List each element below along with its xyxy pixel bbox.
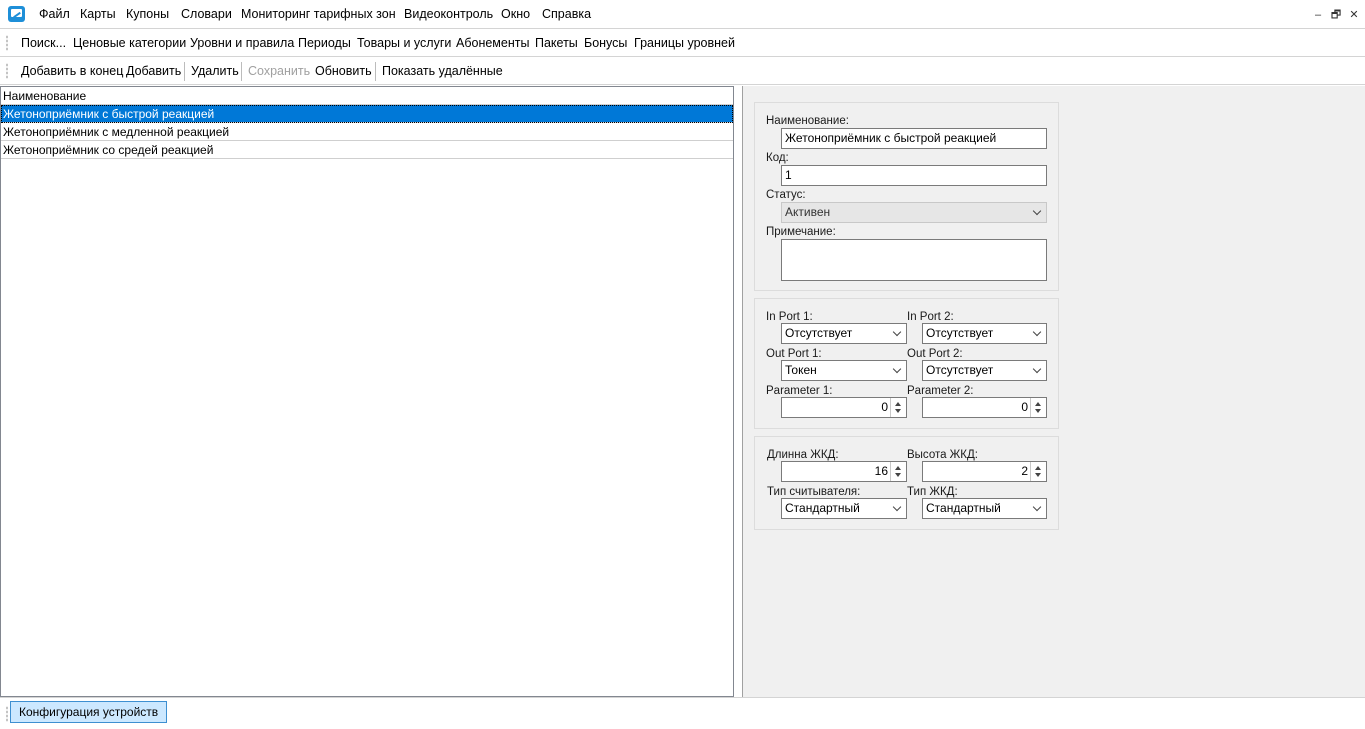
- param1-label: Parameter 1:: [766, 385, 833, 397]
- device-list[interactable]: Наименование Жетоноприёмник с быстрой ре…: [0, 86, 734, 697]
- lcd-length-value: 16: [874, 464, 888, 478]
- spin-up-icon[interactable]: [895, 402, 901, 406]
- menu-coupons[interactable]: Купоны: [126, 7, 169, 21]
- status-select[interactable]: Активен: [781, 202, 1047, 223]
- name-label: Наименование:: [766, 115, 849, 127]
- spin-down-icon[interactable]: [895, 409, 901, 413]
- status-label: Статус:: [766, 189, 806, 201]
- menu-tariff-monitoring[interactable]: Мониторинг тарифных зон: [241, 7, 396, 21]
- toolbar-separator: [375, 62, 376, 81]
- action-toolbar: Добавить в конец Добавить Удалить Сохран…: [0, 57, 1365, 85]
- param2-value: 0: [1021, 400, 1028, 414]
- param1-value: 0: [881, 400, 888, 414]
- code-field[interactable]: 1: [781, 165, 1047, 186]
- app-icon[interactable]: [8, 6, 25, 22]
- toolbar-grip-icon: [6, 35, 8, 51]
- reader-type-label: Тип считывателя:: [767, 486, 861, 498]
- lcd-length-label: Длинна ЖКД:: [767, 449, 839, 461]
- param2-stepper[interactable]: 0: [922, 397, 1047, 418]
- spin-up-icon[interactable]: [1035, 402, 1041, 406]
- details-panel: Наименование: Жетоноприёмник с быстрой р…: [742, 86, 1365, 697]
- minimize-icon[interactable]: –: [1311, 8, 1325, 22]
- add-button[interactable]: Добавить: [126, 64, 181, 78]
- lcd-height-label: Высота ЖКД:: [907, 449, 978, 461]
- restore-icon[interactable]: 🗗: [1329, 8, 1343, 22]
- lcd-length-spin[interactable]: [890, 462, 906, 481]
- menu-help[interactable]: Справка: [542, 7, 591, 21]
- name-field[interactable]: Жетоноприёмник с быстрой реакцией: [781, 128, 1047, 149]
- toolbar-grip-icon: [6, 706, 8, 722]
- in-port1-label: In Port 1:: [766, 311, 813, 323]
- lcd-type-label: Тип ЖКД:: [907, 486, 958, 498]
- nav-periods[interactable]: Периоды: [298, 36, 351, 50]
- nav-search[interactable]: Поиск...: [21, 36, 66, 50]
- list-item[interactable]: Жетоноприёмник с быстрой реакцией: [1, 105, 733, 123]
- nav-price-categories[interactable]: Ценовые категории: [73, 36, 186, 50]
- out-port2-label: Out Port 2:: [907, 348, 963, 360]
- spin-down-icon[interactable]: [1035, 473, 1041, 477]
- nav-bar: Поиск... Ценовые категории Уровни и прав…: [0, 29, 1365, 57]
- menu-window[interactable]: Окно: [501, 7, 530, 21]
- menu-file[interactable]: Файл: [39, 7, 70, 21]
- spin-up-icon[interactable]: [895, 466, 901, 470]
- toolbar-separator: [184, 62, 185, 81]
- param1-stepper[interactable]: 0: [781, 397, 907, 418]
- window-tabs-bar: Конфигурация устройств: [0, 697, 1365, 729]
- add-to-end-button[interactable]: Добавить в конец: [21, 64, 123, 78]
- save-button[interactable]: Сохранить: [248, 64, 310, 78]
- refresh-button[interactable]: Обновить: [315, 64, 372, 78]
- show-deleted-button[interactable]: Показать удалённые: [382, 64, 503, 78]
- toolbar-grip-icon: [6, 63, 8, 79]
- close-icon[interactable]: ✕: [1347, 8, 1361, 22]
- lcd-height-value: 2: [1021, 464, 1028, 478]
- note-label: Примечание:: [766, 226, 836, 238]
- delete-button[interactable]: Удалить: [191, 64, 239, 78]
- display-group: Длинна ЖКД: Высота ЖКД: 16 2 Тип считыва…: [754, 436, 1059, 530]
- lcd-height-stepper[interactable]: 2: [922, 461, 1047, 482]
- nav-levels-rules[interactable]: Уровни и правила: [190, 36, 294, 50]
- code-label: Код:: [766, 152, 789, 164]
- toolbar-separator: [241, 62, 242, 81]
- out-port2-select[interactable]: Отсутствует: [922, 360, 1047, 381]
- spin-down-icon[interactable]: [895, 473, 901, 477]
- window-tab-device-config[interactable]: Конфигурация устройств: [10, 701, 168, 723]
- spin-down-icon[interactable]: [1035, 409, 1041, 413]
- in-port2-select[interactable]: Отсутствует: [922, 323, 1047, 344]
- in-port2-label: In Port 2:: [907, 311, 954, 323]
- lcd-length-stepper[interactable]: 16: [781, 461, 907, 482]
- nav-subscriptions[interactable]: Абонементы: [456, 36, 529, 50]
- in-port1-select[interactable]: Отсутствует: [781, 323, 907, 344]
- reader-type-select[interactable]: Стандартный: [781, 498, 907, 519]
- menu-video-control[interactable]: Видеоконтроль: [404, 7, 493, 21]
- note-textarea[interactable]: [781, 239, 1047, 281]
- list-column-header[interactable]: Наименование: [1, 87, 733, 105]
- list-item[interactable]: Жетоноприёмник со средей реакцией: [1, 141, 733, 159]
- spin-up-icon[interactable]: [1035, 466, 1041, 470]
- menu-dictionaries[interactable]: Словари: [181, 7, 232, 21]
- ports-group: In Port 1: In Port 2: Отсутствует Отсутс…: [754, 298, 1059, 429]
- out-port1-select[interactable]: Токен: [781, 360, 907, 381]
- lcd-height-spin[interactable]: [1030, 462, 1046, 481]
- out-port1-label: Out Port 1:: [766, 348, 822, 360]
- nav-packages[interactable]: Пакеты: [535, 36, 578, 50]
- param2-spin[interactable]: [1030, 398, 1046, 417]
- panel-splitter[interactable]: [735, 86, 742, 697]
- list-item[interactable]: Жетоноприёмник с медленной реакцией: [1, 123, 733, 141]
- nav-level-bounds[interactable]: Границы уровней: [634, 36, 735, 50]
- menu-cards[interactable]: Карты: [80, 7, 116, 21]
- nav-goods-services[interactable]: Товары и услуги: [357, 36, 451, 50]
- param1-spin[interactable]: [890, 398, 906, 417]
- nav-bonuses[interactable]: Бонусы: [584, 36, 627, 50]
- lcd-type-select[interactable]: Стандартный: [922, 498, 1047, 519]
- general-group: Наименование: Жетоноприёмник с быстрой р…: [754, 102, 1059, 291]
- param2-label: Parameter 2:: [907, 385, 974, 397]
- menu-bar: Файл Карты Купоны Словари Мониторинг тар…: [0, 0, 1365, 29]
